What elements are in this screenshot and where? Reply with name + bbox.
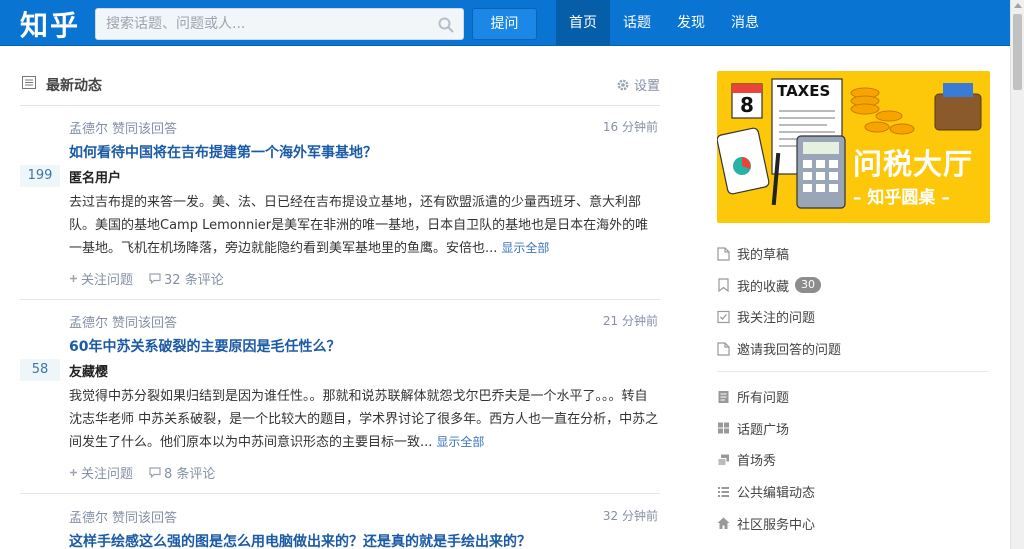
sidebar-item-first-show[interactable]: 首场秀 (717, 444, 992, 476)
actor-name[interactable]: 孟德尔 (69, 122, 108, 137)
sidebar-item-label: 社区服务中心 (737, 517, 816, 533)
follow-question-button[interactable]: 关注问题 (69, 463, 133, 482)
item-actions: 关注问题 32 条评论 (69, 269, 240, 288)
sidebar-explore-list: 所有问题 话题广场 首场秀 公共编辑动态 社区服务中心 (717, 381, 992, 539)
item-time: 16 分钟前 (602, 120, 658, 134)
scroll-up-arrow-icon[interactable] (1014, 3, 1022, 8)
answer-author: 匿名用户 (69, 171, 122, 186)
item-time: 21 分钟前 (602, 314, 658, 328)
sidebar-item-label: 邀请我回答的问题 (737, 343, 842, 359)
scroll-thumb[interactable] (1013, 14, 1022, 90)
item-meta: 孟德尔 赞同该回答 (69, 507, 177, 526)
sidebar-item-label: 我的收藏 (737, 279, 790, 295)
search-icon[interactable] (437, 16, 455, 34)
banner-subtitle: – 知乎圆桌 – (853, 188, 950, 208)
sidebar-item-label: 首场秀 (737, 454, 777, 470)
sidebar-item-topic-square[interactable]: 话题广场 (717, 413, 992, 445)
vote-count[interactable]: 199 (20, 165, 60, 187)
sidebar-item-public-edits[interactable]: 公共编辑动态 (717, 476, 992, 508)
sidebar-item-label: 我的草稿 (737, 248, 790, 264)
sidebar-item-collections[interactable]: 我的收藏 30 (717, 270, 992, 302)
sidebar-item-label: 我关注的问题 (737, 311, 816, 327)
zhihu-logo[interactable]: 知乎 (20, 4, 80, 44)
item-action: 赞同该回答 (112, 511, 178, 526)
actor-name[interactable]: 孟德尔 (69, 316, 108, 331)
gear-icon (617, 79, 629, 90)
feed-item: 孟德尔 赞同该回答 16 分钟前 如何看待中国将在吉布提建第一个海外军事基地？ 1… (20, 118, 660, 300)
follow-question-button[interactable]: 关注问题 (69, 269, 133, 288)
feed-settings-link[interactable]: 设置 (616, 75, 660, 94)
item-action: 赞同该回答 (112, 316, 178, 331)
list-icon (718, 486, 729, 497)
sidebar-item-invitations[interactable]: 邀请我回答的问题 (717, 333, 992, 365)
feed-list-icon (22, 76, 36, 89)
banner-title: 问税大厅 (853, 147, 974, 181)
sidebar-item-drafts[interactable]: 我的草稿 (717, 238, 992, 270)
nav-topics[interactable]: 话题 (610, 0, 664, 46)
follow-label: 关注问题 (81, 273, 134, 288)
answer-author: 友藏樱 (69, 365, 109, 380)
nav-explore[interactable]: 发现 (664, 0, 718, 46)
check-box-icon (717, 310, 730, 324)
actor-name[interactable]: 孟德尔 (69, 511, 108, 526)
feed-item: 孟德尔 赞同该回答 21 分钟前 60年中苏关系破裂的主要原因是毛任性么？ 58 … (20, 312, 660, 494)
grid-icon (718, 422, 729, 434)
comments-button[interactable]: 32 条评论 (149, 269, 224, 288)
excerpt-text: 我觉得中苏分裂如果归结到是因为谁任性。。那就和说苏联解体就怨戈尔巴乔夫是一个水平… (69, 389, 659, 450)
comments-label: 8 条评论 (164, 467, 216, 482)
follow-label: 关注问题 (81, 467, 134, 482)
item-meta: 孟德尔 赞同该回答 (69, 312, 177, 331)
excerpt-text: 去过吉布提的来答一发。美、法、日已经在吉布提设立基地，还有欧盟派遣的少量西班牙、… (69, 195, 649, 256)
ask-question-button[interactable]: 提问 (472, 8, 537, 40)
sidebar-item-label: 话题广场 (737, 422, 790, 438)
item-action: 赞同该回答 (112, 122, 178, 137)
search-input[interactable] (96, 9, 426, 39)
show-all-link[interactable]: 显示全部 (501, 241, 549, 255)
calendar-number: 8 (740, 93, 754, 117)
item-actions: 关注问题 8 条评论 (69, 463, 231, 482)
nav-messages[interactable]: 消息 (718, 0, 772, 46)
roundtable-banner[interactable]: 8 TAXES 问税大厅 – 知乎圆桌 – (717, 71, 990, 223)
answer-excerpt[interactable]: 去过吉布提的来答一发。美、法、日已经在吉布提设立基地，还有欧盟派遣的少量西班牙、… (69, 191, 660, 260)
item-meta: 孟德尔 赞同该回答 (69, 118, 177, 137)
page-scrollbar[interactable] (1010, 0, 1024, 549)
bookmark-icon (718, 278, 729, 293)
search-box[interactable] (95, 8, 464, 40)
plus-icon (70, 275, 77, 282)
question-title[interactable]: 这样手绘感这么强的图是怎么用电脑做出来的？还是真的就是手绘出来的？ (69, 531, 531, 549)
comments-button[interactable]: 8 条评论 (149, 463, 215, 482)
feed-title: 最新动态 (46, 78, 102, 94)
sidebar-personal-list: 我的草稿 我的收藏 30 我关注的问题 邀请我回答的问题 (717, 238, 992, 364)
plus-icon (70, 469, 77, 476)
invite-doc-icon (717, 341, 730, 356)
feed-item: 孟德尔 赞同该回答 32 分钟前 这样手绘感这么强的图是怎么用电脑做出来的？还是真… (20, 507, 660, 549)
sidebar-item-followed-questions[interactable]: 我关注的问题 (717, 301, 992, 333)
settings-label: 设置 (633, 79, 660, 94)
taxes-label: TAXES (777, 82, 831, 100)
sidebar-item-community-center[interactable]: 社区服务中心 (717, 507, 992, 539)
home-icon (717, 517, 730, 530)
main-nav: 首页 话题 发现 消息 (556, 0, 772, 46)
item-time: 32 分钟前 (602, 509, 658, 523)
comment-icon (149, 273, 161, 284)
sidebar-item-label: 所有问题 (737, 391, 790, 407)
sidebar-item-label: 公共编辑动态 (737, 486, 816, 502)
comments-label: 32 条评论 (164, 273, 224, 288)
draft-icon (717, 247, 730, 261)
show-all-link[interactable]: 显示全部 (436, 435, 484, 449)
question-title[interactable]: 60年中苏关系破裂的主要原因是毛任性么？ (69, 336, 340, 356)
answer-excerpt[interactable]: 我觉得中苏分裂如果归结到是因为谁任性。。那就和说苏联解体就怨戈尔巴乔夫是一个水平… (69, 385, 660, 454)
vote-count[interactable]: 58 (20, 359, 60, 381)
comment-icon (149, 467, 161, 478)
collections-count-badge: 30 (795, 277, 822, 294)
sidebar-divider (717, 371, 988, 372)
document-list-icon (718, 390, 729, 403)
layers-icon (717, 454, 729, 466)
nav-home[interactable]: 首页 (556, 0, 610, 46)
sidebar-item-all-questions[interactable]: 所有问题 (717, 381, 992, 413)
top-bar: 知乎 提问 首页 话题 发现 消息 (0, 0, 1010, 46)
question-title[interactable]: 如何看待中国将在吉布提建第一个海外军事基地？ (69, 142, 377, 162)
feed-header: 最新动态 设置 (20, 66, 660, 106)
